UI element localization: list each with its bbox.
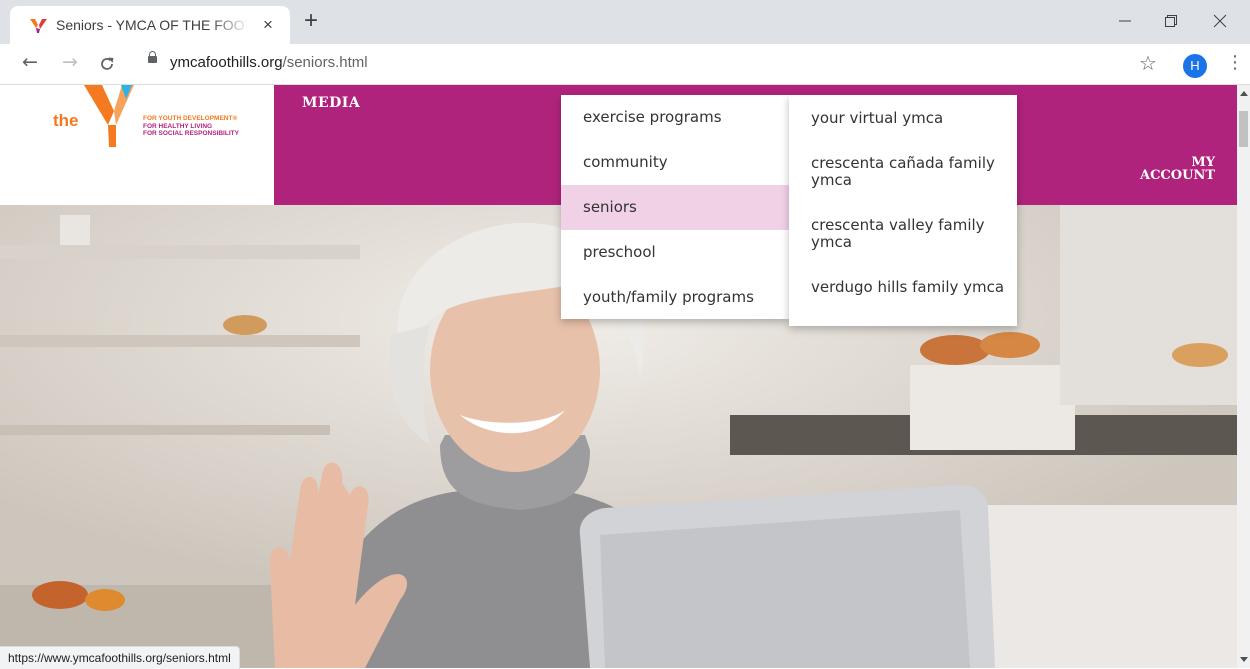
lock-icon	[148, 51, 157, 63]
address-bar[interactable]: ymcafoothills.org/seniors.html	[140, 50, 1150, 78]
reload-icon[interactable]	[98, 55, 116, 73]
forward-arrow-icon[interactable]: →	[62, 51, 78, 73]
logo-word: the	[53, 111, 79, 130]
restore-icon[interactable]	[1164, 14, 1178, 28]
browser-toolbar: ← → ymcafoothills.org/seniors.html	[0, 44, 1250, 85]
menu-item-community[interactable]: community	[561, 140, 789, 185]
locations-dropdown: your virtual ymca crescenta cañada famil…	[789, 95, 1017, 326]
menu-item-preschool[interactable]: preschool	[561, 230, 789, 275]
browser-tab[interactable]: Seniors - YMCA OF THE FOOTHILLS ×	[10, 6, 290, 44]
page-scrollbar[interactable]	[1237, 85, 1250, 668]
programs-dropdown: exercise programs community seniors pres…	[561, 95, 789, 319]
back-arrow-icon[interactable]: ←	[22, 51, 38, 73]
browser-tab-strip: Seniors - YMCA OF THE FOOTHILLS × +	[0, 0, 1250, 44]
minimize-icon[interactable]	[1118, 14, 1132, 28]
tab-title-fade	[210, 14, 250, 36]
menu-item-crescenta-canada[interactable]: crescenta cañada family ymca	[811, 155, 1006, 189]
nav-media-link[interactable]: MEDIA	[302, 95, 360, 111]
menu-item-youth-family-programs[interactable]: youth/family programs	[561, 275, 789, 320]
link-status-bar: https://www.ymcafoothills.org/seniors.ht…	[0, 646, 240, 669]
account-line-2: ACCOUNT	[1140, 168, 1215, 183]
close-window-icon[interactable]	[1213, 14, 1227, 28]
bookmark-star-icon[interactable]: ☆	[1139, 51, 1157, 75]
menu-item-your-virtual-ymca[interactable]: your virtual ymca	[811, 110, 1006, 127]
url-text[interactable]: ymcafoothills.org/seniors.html	[170, 54, 368, 71]
profile-avatar[interactable]: H	[1183, 54, 1207, 78]
my-account-link[interactable]: MY ACCOUNT	[1140, 156, 1215, 182]
url-path: /seniors.html	[282, 54, 368, 71]
tagline-line-2: FOR HEALTHY LIVING	[143, 122, 213, 130]
logo-tagline: FOR YOUTH DEVELOPMENT® FOR HEALTHY LIVIN…	[143, 115, 239, 138]
url-host: ymcafoothills.org	[170, 54, 283, 71]
tagline-line-1: FOR YOUTH DEVELOPMENT®	[143, 115, 238, 122]
scroll-up-arrow-icon[interactable]	[1240, 91, 1248, 96]
scroll-thumb[interactable]	[1239, 111, 1248, 147]
menu-item-exercise-programs[interactable]: exercise programs	[561, 95, 789, 140]
ymca-y-logo-icon	[84, 85, 134, 147]
menu-item-seniors[interactable]: seniors	[561, 185, 789, 230]
tagline-line-3: FOR SOCIAL RESPONSIBILITY	[143, 130, 239, 137]
new-tab-button[interactable]: +	[304, 9, 318, 33]
tab-close-icon[interactable]: ×	[263, 15, 273, 35]
browser-menu-icon[interactable]: ⋮	[1226, 52, 1244, 73]
scroll-down-arrow-icon[interactable]	[1240, 657, 1248, 662]
ymca-favicon-icon	[30, 19, 47, 33]
menu-item-crescenta-valley[interactable]: crescenta valley family ymca	[811, 217, 1006, 251]
ymca-logo[interactable]: the FOR YOUTH DEVELOPMENT® FOR HEALTHY L…	[0, 85, 274, 205]
menu-item-verdugo-hills[interactable]: verdugo hills family ymca	[811, 279, 1006, 296]
